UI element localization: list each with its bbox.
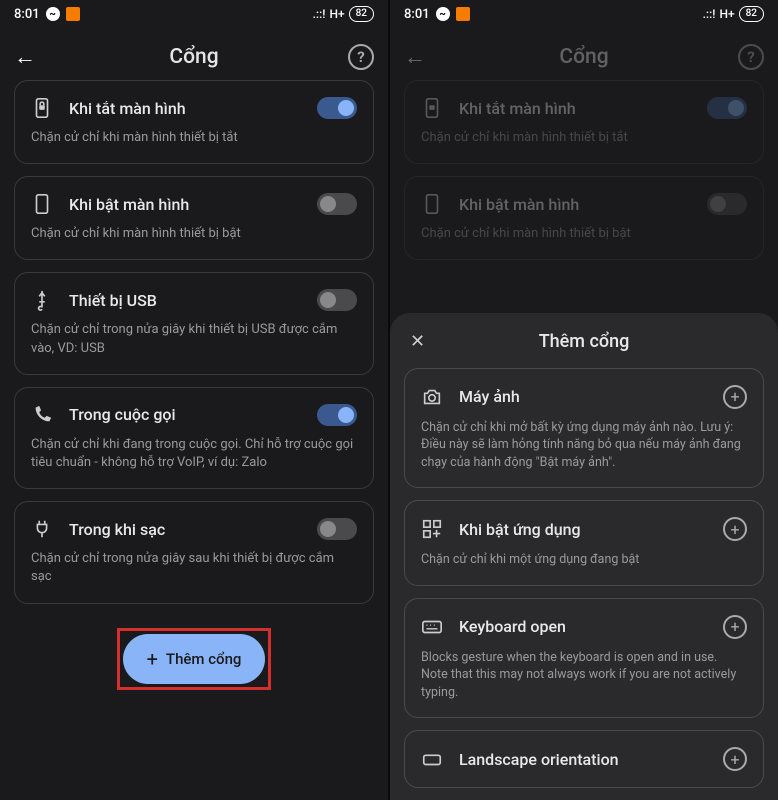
screen-right: 8:01 .::! H+ 82 ← Cổng ? Khi tắt màn hìn… — [390, 0, 778, 800]
status-time: 8:01 — [404, 7, 430, 22]
add-icon[interactable]: + — [723, 747, 747, 771]
lock-phone-icon — [421, 97, 443, 119]
back-button: ← — [404, 44, 426, 70]
sheet-item-title: Khi bật ứng dụng — [459, 520, 707, 539]
signal-icon: .::! — [313, 7, 326, 21]
network-label: H+ — [719, 7, 734, 21]
usb-icon — [31, 289, 53, 311]
gate-desc: Chặn cử chỉ khi màn hình thiết bị bật — [421, 225, 747, 243]
messenger-icon — [46, 7, 60, 21]
call-icon — [31, 404, 53, 426]
sheet-title: Thêm cổng — [539, 331, 630, 352]
add-icon[interactable]: + — [723, 517, 747, 541]
toggle — [707, 193, 747, 215]
gate-desc: Chặn cử chỉ khi màn hình thiết bị tắt — [31, 129, 357, 147]
plug-icon — [31, 518, 53, 540]
toggle-charging[interactable] — [317, 518, 357, 540]
gate-item-usb[interactable]: Thiết bị USB Chặn cử chỉ trong nửa giây … — [14, 272, 374, 374]
gate-desc: Chặn cử chỉ khi đang trong cuộc gọi. Chỉ… — [31, 436, 357, 472]
gate-desc: Chặn cử chỉ trong nửa giây sau khi thiết… — [31, 550, 357, 586]
add-icon[interactable]: + — [723, 385, 747, 409]
toggle-usb[interactable] — [317, 289, 357, 311]
gate-item-screen-off[interactable]: Khi tắt màn hình Chặn cử chỉ khi màn hìn… — [14, 80, 374, 164]
gate-desc: Chặn cử chỉ khi màn hình thiết bị bật — [31, 225, 357, 243]
page-title: Cổng — [169, 45, 218, 69]
page-title: Cổng — [559, 45, 608, 69]
gate-item-screen-on: Khi bật màn hình Chặn cử chỉ khi màn hìn… — [404, 176, 764, 260]
apps-icon — [421, 518, 443, 540]
gate-title: Trong khi sạc — [69, 520, 301, 539]
add-gate-sheet: ✕ Thêm cổng Máy ảnh + Chặn cử chỉ khi mở… — [390, 313, 778, 800]
sheet-item-camera[interactable]: Máy ảnh + Chặn cử chỉ khi mở bất kỳ ứng … — [404, 368, 764, 489]
gate-item-screen-on[interactable]: Khi bật màn hình Chặn cử chỉ khi màn hìn… — [14, 176, 374, 260]
gate-title: Khi bật màn hình — [69, 195, 301, 214]
highlight-annotation: + Thêm cổng — [117, 628, 272, 690]
lock-phone-icon — [31, 97, 53, 119]
sheet-item-title: Keyboard open — [459, 617, 707, 636]
close-sheet-button[interactable]: ✕ — [410, 331, 425, 352]
screen-left: 8:01 .::! H+ 82 ← Cổng ? Khi tắt màn hìn… — [0, 0, 388, 800]
sheet-item-app-open[interactable]: Khi bật ứng dụng + Chặn cử chỉ khi một ứ… — [404, 500, 764, 586]
toggle-call[interactable] — [317, 404, 357, 426]
toggle-screen-off[interactable] — [317, 97, 357, 119]
messenger-icon — [436, 7, 450, 21]
sheet-item-desc: Chặn cử chỉ khi mở bất kỳ ứng dụng máy ả… — [421, 419, 747, 472]
gate-desc: Chặn cử chỉ khi màn hình thiết bị tắt — [421, 129, 747, 147]
sheet-item-landscape[interactable]: Landscape orientation + — [404, 730, 764, 788]
rotate-icon — [421, 748, 443, 770]
header: ← Cổng ? — [0, 28, 388, 80]
help-button[interactable]: ? — [348, 44, 374, 70]
gate-item-screen-off: Khi tắt màn hình Chặn cử chỉ khi màn hìn… — [404, 80, 764, 164]
network-label: H+ — [329, 7, 344, 21]
gate-title: Khi tắt màn hình — [459, 99, 691, 118]
gate-item-call[interactable]: Trong cuộc gọi Chặn cử chỉ khi đang tron… — [14, 387, 374, 489]
gate-title: Trong cuộc gọi — [69, 405, 301, 424]
signal-icon: .::! — [703, 7, 716, 21]
app-icon — [66, 7, 80, 21]
status-time: 8:01 — [14, 7, 40, 22]
gate-title: Khi tắt màn hình — [69, 99, 301, 118]
battery-indicator: 82 — [349, 6, 374, 22]
add-icon[interactable]: + — [723, 615, 747, 639]
gate-item-charging[interactable]: Trong khi sạc Chặn cử chỉ trong nửa giây… — [14, 501, 374, 603]
plus-icon: + — [147, 647, 158, 671]
phone-icon — [421, 193, 443, 215]
camera-icon — [421, 386, 443, 408]
sheet-item-keyboard[interactable]: Keyboard open + Blocks gesture when the … — [404, 598, 764, 719]
app-icon — [456, 7, 470, 21]
back-button[interactable]: ← — [14, 44, 36, 70]
sheet-item-desc: Blocks gesture when the keyboard is open… — [421, 649, 747, 702]
toggle — [707, 97, 747, 119]
toggle-screen-on[interactable] — [317, 193, 357, 215]
add-gate-button[interactable]: + Thêm cổng — [123, 634, 266, 684]
gates-list: Khi tắt màn hình Chặn cử chỉ khi màn hìn… — [0, 80, 388, 800]
phone-icon — [31, 193, 53, 215]
sheet-item-desc: Chặn cử chỉ khi một ứng dụng đang bật — [421, 551, 747, 569]
gate-title: Khi bật màn hình — [459, 195, 691, 214]
status-bar: 8:01 .::! H+ 82 — [0, 0, 388, 28]
status-bar: 8:01 .::! H+ 82 — [390, 0, 778, 28]
gate-title: Thiết bị USB — [69, 291, 301, 310]
keyboard-icon — [421, 616, 443, 638]
header: ← Cổng ? — [390, 28, 778, 80]
gate-desc: Chặn cử chỉ trong nửa giây khi thiết bị … — [31, 321, 357, 357]
fab-label: Thêm cổng — [166, 650, 242, 668]
sheet-item-title: Landscape orientation — [459, 750, 707, 769]
battery-indicator: 82 — [739, 6, 764, 22]
sheet-item-title: Máy ảnh — [459, 387, 707, 406]
help-button: ? — [738, 44, 764, 70]
gates-list-dimmed: Khi tắt màn hình Chặn cử chỉ khi màn hìn… — [390, 80, 778, 272]
